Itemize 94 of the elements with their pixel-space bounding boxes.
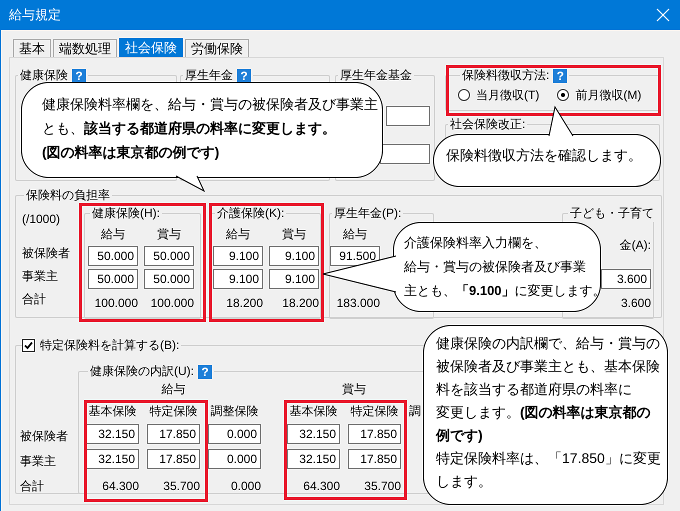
rate-field[interactable]: 50.000	[88, 269, 138, 289]
checkbox-label[interactable]: 特定保険料を計算する(B):	[40, 336, 180, 354]
tab[interactable]: 労働保険	[185, 39, 249, 57]
section-header: 賞与	[342, 381, 366, 398]
column-header: 調	[409, 403, 421, 420]
total-value: 3.600	[620, 295, 651, 312]
column-header: 特定保険	[150, 403, 198, 420]
rate-field[interactable]: 32.150	[86, 449, 139, 469]
group-label: 子ども・子育て	[570, 206, 654, 220]
window-title: 給与規定	[9, 6, 61, 24]
total-value: 64.300	[102, 478, 139, 495]
row-label: 合計	[22, 291, 47, 308]
callout-text: 保険料徴収方法を確認します。	[446, 146, 642, 165]
column-header: 賞与	[282, 227, 306, 241]
callout-text: 健康保険の内訳欄で、給与・賞与の	[436, 334, 660, 353]
rate-field[interactable]: 9.100	[269, 246, 319, 266]
rate-field[interactable]: 50.000	[144, 246, 194, 266]
column-header: 給与	[343, 227, 367, 241]
tab[interactable]: 基本	[13, 39, 51, 57]
group-label: 健康保険の内訳(U):	[90, 364, 194, 378]
rate-field[interactable]: 32.150	[287, 449, 340, 469]
callout-text: とも、該当する都道府県の料率に変更します。	[42, 119, 336, 138]
rate-field[interactable]: 9.100	[213, 246, 263, 266]
row-label: 事業主	[22, 268, 59, 285]
close-icon[interactable]	[656, 8, 670, 22]
column-header: 給与	[101, 227, 125, 241]
rate-field[interactable]: 91.500	[330, 246, 380, 266]
rate-field[interactable]	[380, 144, 430, 164]
rate-field[interactable]: 32.150	[287, 424, 340, 444]
total-value: 100.000	[150, 295, 194, 312]
group-label: 健康保険	[20, 68, 68, 82]
total-value: 100.000	[94, 295, 138, 312]
callout-text: します。	[436, 472, 492, 491]
section-header: 給与	[162, 381, 186, 398]
row-label: 被保険者	[22, 245, 71, 262]
callout-text: 変更します。(図の料率は東京都の	[436, 403, 651, 422]
rate-field[interactable]: 0.000	[208, 424, 261, 444]
radio-option[interactable]: 前月徴収(M)	[557, 86, 642, 104]
total-value: 183.000	[336, 295, 380, 312]
help-button[interactable]: ?	[553, 68, 568, 83]
group-label: 厚生年金(P):	[334, 206, 402, 220]
help-button[interactable]: ?	[72, 68, 86, 83]
help-button[interactable]: ?	[198, 364, 212, 379]
rate-field[interactable]: 9.100	[213, 269, 263, 289]
group-label: 厚生年金基金	[340, 68, 412, 82]
column-header: 調整保険	[210, 403, 258, 420]
radio-button[interactable]	[557, 89, 570, 101]
rate-field[interactable]: 3.600	[601, 269, 651, 289]
row-label: 被保険者	[20, 428, 69, 445]
row-label: 事業主	[20, 453, 57, 470]
column-header: 賞与	[157, 227, 181, 241]
radio-button[interactable]	[458, 89, 470, 101]
group-label: 介護保険(K):	[217, 206, 284, 220]
tab[interactable]: 端数処理	[53, 39, 117, 57]
rate-field[interactable]: 50.000	[88, 246, 138, 266]
rate-field[interactable]: 17.850	[348, 449, 401, 469]
callout-text: 料を該当する都道府県の料率に	[436, 380, 632, 399]
column-header: 基本保険	[290, 403, 338, 420]
rate-field[interactable]: 32.150	[86, 424, 139, 444]
group-label: 保険料徴収方法:	[462, 68, 550, 82]
group-label: 社会保険改正:	[450, 117, 526, 131]
callout-text: 介護保険料率入力欄を、	[404, 234, 547, 252]
rate-field[interactable]: 17.850	[348, 424, 401, 444]
callout-text: 特定保険料率は、「17.850」に変更	[436, 449, 661, 468]
row-label: 合計	[20, 478, 45, 495]
total-value: 0.000	[230, 478, 261, 495]
callout-text: (図の料率は東京都の例です)	[42, 143, 220, 162]
group-label: 保険料の負担率	[26, 188, 110, 202]
total-value: 35.700	[364, 478, 401, 495]
rate-field[interactable]: 17.850	[147, 424, 200, 444]
rate-field[interactable]: 50.000	[144, 269, 194, 289]
rate-field[interactable]: 17.850	[147, 449, 200, 469]
group-label: 健康保険(H):	[92, 206, 160, 220]
callout-text: 健康保険料率欄を、給与・賞与の被保険者及び事業主	[42, 95, 378, 114]
radio-option[interactable]: 当月徴収(T)	[458, 86, 540, 104]
rate-field[interactable]	[386, 106, 430, 126]
unit-label: (/1000)	[22, 211, 62, 228]
total-value: 18.200	[226, 295, 263, 312]
group-label: 厚生年金	[185, 68, 233, 82]
rate-field[interactable]: 9.100	[269, 269, 319, 289]
rate-field[interactable]: 0.000	[208, 449, 261, 469]
column-header: 特定保険	[350, 403, 398, 420]
column-header: 基本保険	[88, 403, 136, 420]
help-button[interactable]: ?	[237, 68, 251, 83]
total-value: 35.700	[163, 478, 200, 495]
total-value: 18.200	[282, 295, 319, 312]
group-label: 金(A):	[620, 237, 651, 254]
callout-text: 例です)	[436, 426, 483, 445]
callout-text: 給与・賞与の被保険者及び事業	[404, 258, 586, 276]
column-header: 給与	[226, 227, 250, 241]
callout-text: 被保険者及び事業主とも、基本保険	[436, 357, 660, 376]
checkbox[interactable]	[22, 338, 35, 352]
tab[interactable]: 社会保険	[119, 38, 183, 57]
total-value: 64.300	[303, 478, 340, 495]
